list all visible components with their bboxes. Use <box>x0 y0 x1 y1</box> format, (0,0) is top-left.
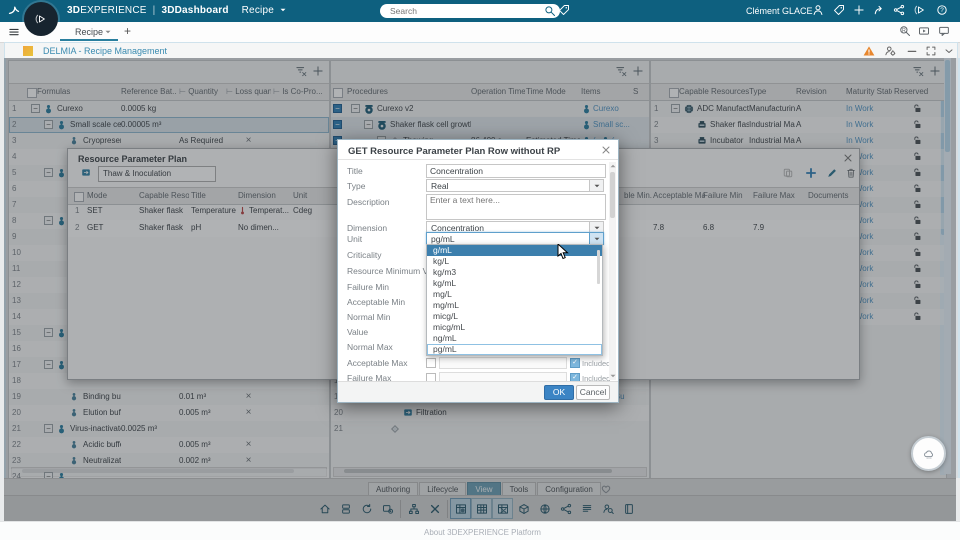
unit-option[interactable]: ng/mL <box>427 333 602 344</box>
hamburger-menu-icon[interactable] <box>8 26 20 38</box>
mouse-cursor <box>557 244 569 260</box>
close-icon[interactable] <box>600 144 612 156</box>
app-window-header: DELMIA - Recipe Management <box>4 42 958 59</box>
expand-icon[interactable] <box>925 45 937 57</box>
unit-label: Unit <box>347 234 363 244</box>
svg-text:R: R <box>902 28 906 34</box>
unit-option[interactable]: mg/mL <box>427 300 602 311</box>
unit-option[interactable]: kg/L <box>427 256 602 267</box>
unit-option[interactable]: pg/mL <box>427 344 602 355</box>
criticality-label: Criticality <box>347 250 382 260</box>
notifications-tag-icon[interactable] <box>833 4 845 16</box>
dialog-title: GET Resource Parameter Plan Row without … <box>348 146 561 157</box>
unit-dropdown-list[interactable]: g/mL kg/L kg/m3 kg/mL mg/L mg/mL micg/L micg/mL… <box>426 244 603 356</box>
app-title: DELMIA - Recipe Management <box>43 46 168 56</box>
unit-option[interactable]: kg/mL <box>427 278 602 289</box>
description-label: Description <box>347 197 390 207</box>
brand-product: 3DDashboard <box>161 5 229 16</box>
brand-3d: 3D <box>67 5 81 16</box>
unit-option[interactable]: micg/L <box>427 311 602 322</box>
collaborate-icon[interactable] <box>893 4 905 16</box>
title-input[interactable] <box>426 164 606 178</box>
add-icon[interactable] <box>853 4 865 16</box>
ok-button[interactable]: OK <box>544 385 574 400</box>
user-icon[interactable] <box>812 4 824 16</box>
chevron-down-icon[interactable] <box>279 6 287 14</box>
footer-bar: About 3DEXPERIENCE Platform <box>0 521 960 540</box>
acceptable-min-label: Acceptable Min <box>347 297 406 307</box>
chat-icon[interactable] <box>938 25 950 37</box>
media-icon[interactable] <box>918 25 930 37</box>
unit-option[interactable]: mg/L <box>427 289 602 300</box>
acceptable-max-included-checkbox[interactable]: ✓ <box>570 358 580 368</box>
help-icon[interactable]: ? <box>936 4 948 16</box>
search-bar[interactable] <box>380 4 560 18</box>
acceptable-max-input <box>439 357 567 369</box>
description-textarea[interactable] <box>426 194 606 220</box>
3ds-swoosh-logo <box>8 4 20 16</box>
user-name[interactable]: Clément GLACE <box>746 6 813 16</box>
dashboard-tab-bar: Recipe + R <box>0 22 960 43</box>
tab-chevron-icon[interactable] <box>104 28 112 36</box>
dimension-label: Dimension <box>347 223 388 233</box>
type-value: Real <box>431 181 449 191</box>
parameter-dialog: GET Resource Parameter Plan Row without … <box>337 139 619 403</box>
about-link[interactable]: About 3DEXPERIENCE Platform <box>424 528 541 537</box>
brand-experience: EXPERIENCE <box>80 5 147 16</box>
normal-min-label: Normal Min <box>347 312 391 322</box>
type-select[interactable]: Real <box>426 179 604 192</box>
brand-separator: | <box>152 5 156 16</box>
active-tab-underline <box>60 39 118 41</box>
scroll-up-icon[interactable] <box>609 162 617 170</box>
cloud-chat-icon <box>923 448 935 460</box>
caret-down-icon <box>593 224 601 232</box>
unit-option[interactable]: micg/mL <box>427 322 602 333</box>
caret-down-icon <box>593 235 601 243</box>
value-label: Value <box>347 327 369 337</box>
failure-min-label: Failure Min <box>347 282 390 292</box>
minimize-icon[interactable] <box>906 45 918 57</box>
scroll-down-icon[interactable] <box>609 372 617 380</box>
svg-text:?: ? <box>940 7 944 14</box>
delmia-app-icon <box>23 46 33 56</box>
warning-icon[interactable] <box>863 45 875 57</box>
unit-option[interactable]: kg/m3 <box>427 267 602 278</box>
cancel-button[interactable]: Cancel <box>576 385 610 400</box>
collapse-icon[interactable] <box>943 45 955 57</box>
top-bar: 3DEXPERIENCE | 3DDashboard Recipe Clémen… <box>0 0 960 22</box>
compass-play-icon[interactable] <box>35 13 47 25</box>
screen: 3DEXPERIENCE | 3DDashboard Recipe Clémen… <box>0 0 960 540</box>
search-icon[interactable] <box>544 5 556 17</box>
workspace-menu[interactable]: Recipe <box>242 5 274 16</box>
acceptable-max-label: Acceptable Max <box>347 358 408 368</box>
included-label: Included <box>582 359 611 368</box>
normal-max-label: Normal Max <box>347 342 393 352</box>
caret-down-icon <box>593 182 601 190</box>
3dcompass[interactable] <box>24 2 58 36</box>
acceptable-max-checkbox[interactable] <box>426 358 436 368</box>
add-tab-button[interactable]: + <box>124 24 131 38</box>
share-icon[interactable] <box>873 4 885 16</box>
unit-option[interactable]: g/mL <box>427 245 602 256</box>
dialog-scrollbar[interactable] <box>609 162 616 380</box>
dialog-footer: OK Cancel <box>338 381 618 402</box>
3dplay-icon[interactable] <box>914 4 926 16</box>
advanced-search-icon[interactable]: R <box>899 25 911 37</box>
type-label: Type <box>347 181 366 191</box>
assistant-chat-button[interactable] <box>911 436 946 471</box>
brand: 3DEXPERIENCE | 3DDashboard Recipe <box>67 5 287 16</box>
tab-recipe[interactable]: Recipe <box>75 27 103 37</box>
dropdown-scrollbar[interactable] <box>597 250 600 284</box>
search-input[interactable] <box>388 5 544 17</box>
tag-icon[interactable] <box>558 4 570 16</box>
title-label: Title <box>347 166 363 176</box>
user-settings-icon[interactable] <box>884 45 896 57</box>
